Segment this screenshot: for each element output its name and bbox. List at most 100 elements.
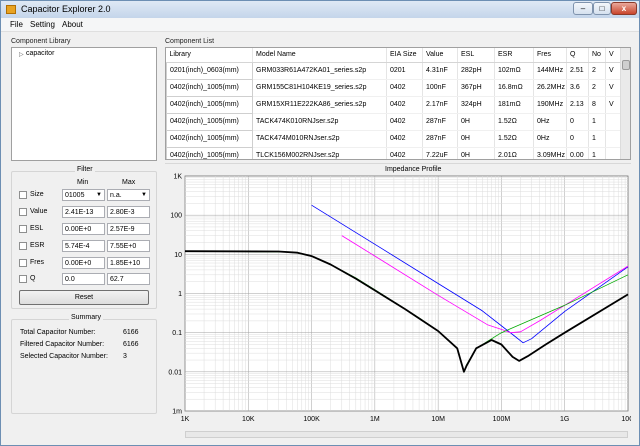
size-min-select[interactable]: 01005 ▼ — [62, 189, 105, 201]
fres-checkbox[interactable] — [19, 259, 27, 267]
table-cell: 0402 — [386, 79, 423, 97]
y-tick-label: 10 — [174, 252, 182, 259]
table-cell: GRM15XR11E222KA86_series.s2p — [252, 96, 387, 114]
column-header[interactable]: ESR — [494, 48, 534, 63]
table-cell: 0Hz — [533, 113, 567, 131]
table-row[interactable]: 0402(inch)_1005(mm) TLCK156M002RNJser.s2p… — [166, 146, 621, 159]
table-cell: GRM155C81H104KE19_series.s2p — [252, 79, 387, 97]
table-row[interactable]: 0402(inch)_1005(mm) GRM15XR11E222KA86_ser… — [166, 95, 621, 114]
table-cell: 7.22uF — [422, 147, 458, 159]
component-library-title: Component Library — [11, 38, 71, 45]
fres-min-input[interactable]: 0.00E+0 — [62, 257, 105, 269]
esr-checkbox[interactable] — [19, 242, 27, 250]
menu-file[interactable]: File — [10, 20, 23, 29]
table-scrollbar[interactable] — [620, 48, 630, 159]
table-cell: 282pH — [457, 62, 495, 80]
esl-max-input[interactable]: 2.57E-9 — [107, 223, 150, 235]
esl-label: ESL — [30, 225, 44, 232]
table-cell: TACK474K010RNJser.s2p — [252, 113, 387, 131]
column-header[interactable]: Value — [422, 48, 458, 63]
maximize-button[interactable]: □ — [593, 2, 611, 15]
size-max-value: n.a. — [110, 192, 122, 199]
total-count-value: 6166 — [123, 329, 139, 336]
table-cell: 181mΩ — [494, 96, 534, 114]
y-tick-labels: 1K 100 10 1 0.1 0.01 1m — [168, 174, 182, 416]
table-cell: 2 — [588, 62, 606, 80]
menu-about[interactable]: About — [62, 20, 83, 29]
app-icon — [6, 5, 16, 14]
y-tick-label: 0.01 — [168, 369, 182, 376]
table-cell: 3.09MHz — [533, 147, 567, 159]
table-cell: 16.8mΩ — [494, 79, 534, 97]
table-cell: 0H — [457, 130, 495, 148]
q-checkbox[interactable] — [19, 275, 27, 283]
x-tick-labels: 1K 10K 100K 1M 10M 100M 1G 10G — [181, 416, 631, 423]
table-row[interactable]: 0402(inch)_1005(mm) GRM155C81H104KE19_ser… — [166, 78, 621, 97]
summary-title: Summary — [69, 314, 103, 321]
esr-max-input[interactable]: 7.55E+0 — [107, 240, 150, 252]
table-row[interactable]: 0402(inch)_1005(mm) TACK474M010RNJser.s2p… — [166, 129, 621, 148]
minimize-button[interactable]: ‒ — [573, 2, 593, 15]
component-list-table[interactable]: Library Model Name EIA Size Value ESL ESR Fres… — [165, 47, 631, 160]
value-max-input[interactable]: 2.80E-3 — [107, 206, 150, 218]
table-cell: 1.52Ω — [494, 113, 534, 131]
esl-checkbox[interactable] — [19, 225, 27, 233]
table-cell: 0402(inch)_1005(mm) — [166, 146, 253, 159]
fres-max-input[interactable]: 1.85E+10 — [107, 257, 150, 269]
table-row[interactable]: 0402(inch)_1005(mm) TACK474K010RNJser.s2p… — [166, 112, 621, 131]
scrollbar-thumb[interactable] — [622, 60, 630, 70]
filter-min-header: Min — [77, 179, 89, 186]
title-bar[interactable]: Capacitor Explorer 2.0 ‒ □ x — [1, 1, 639, 18]
column-header[interactable]: ESL — [457, 48, 495, 63]
column-header[interactable]: Q — [566, 48, 589, 63]
component-library-tree[interactable]: ▷ capacitor — [11, 47, 157, 161]
table-cell: 1 — [588, 113, 606, 131]
table-cell — [605, 130, 621, 148]
value-label: Value — [30, 208, 48, 215]
q-max-input[interactable]: 62.7 — [107, 273, 150, 285]
table-cell: 0 — [566, 113, 589, 131]
chevron-down-icon: ▼ — [96, 192, 102, 198]
table-cell: TACK474M010RNJser.s2p — [252, 130, 387, 148]
chart-title: Impedance Profile — [385, 166, 442, 173]
table-cell: 0201 — [386, 62, 423, 80]
column-header[interactable]: Model Name — [252, 48, 387, 63]
table-cell: 144MHz — [533, 62, 567, 80]
size-max-select[interactable]: n.a. ▼ — [107, 189, 150, 201]
esr-min-input[interactable]: 5.74E-4 — [62, 240, 105, 252]
table-cell: 0.00 — [566, 147, 589, 159]
total-count-label: Total Capacitor Number: — [20, 329, 96, 336]
value-min-input[interactable]: 2.41E-13 — [62, 206, 105, 218]
column-header[interactable]: V — [605, 48, 621, 63]
x-tick-label: 1K — [181, 416, 190, 423]
table-cell: 287nF — [422, 130, 458, 148]
table-cell: V — [605, 96, 621, 114]
table-cell: 1 — [588, 130, 606, 148]
column-header[interactable]: Fres — [533, 48, 567, 63]
x-tick-label: 10M — [431, 416, 445, 423]
esr-label: ESR — [30, 242, 45, 249]
size-min-value: 01005 — [65, 192, 85, 199]
size-checkbox[interactable] — [19, 191, 27, 199]
app-window: Capacitor Explorer 2.0 ‒ □ x File Settin… — [0, 0, 640, 446]
table-cell: 0402(inch)_1005(mm) — [166, 78, 253, 97]
expand-arrow-icon[interactable]: ▷ — [19, 51, 24, 58]
filtered-count-value: 6166 — [123, 341, 139, 348]
column-header[interactable]: No — [588, 48, 606, 63]
column-header[interactable]: EIA Size — [386, 48, 423, 63]
menu-setting[interactable]: Setting — [30, 20, 55, 29]
value-checkbox[interactable] — [19, 208, 27, 216]
column-header[interactable]: Library — [166, 48, 253, 63]
chart-horizontal-scrollbar[interactable] — [185, 431, 628, 438]
reset-button[interactable]: Reset — [19, 290, 149, 305]
table-cell: 4.31nF — [422, 62, 458, 80]
q-min-input[interactable]: 0.0 — [62, 273, 105, 285]
table-row[interactable]: 0201(inch)_0603(mm) GRM033R61A472KA01_ser… — [166, 61, 621, 80]
x-tick-label: 100K — [303, 416, 320, 423]
table-cell: 0402 — [386, 130, 423, 148]
table-cell: 1 — [588, 147, 606, 159]
close-button[interactable]: x — [611, 2, 637, 15]
table-cell: 0402 — [386, 147, 423, 159]
tree-item-capacitor[interactable]: ▷ capacitor — [12, 48, 152, 60]
esl-min-input[interactable]: 0.00E+0 — [62, 223, 105, 235]
